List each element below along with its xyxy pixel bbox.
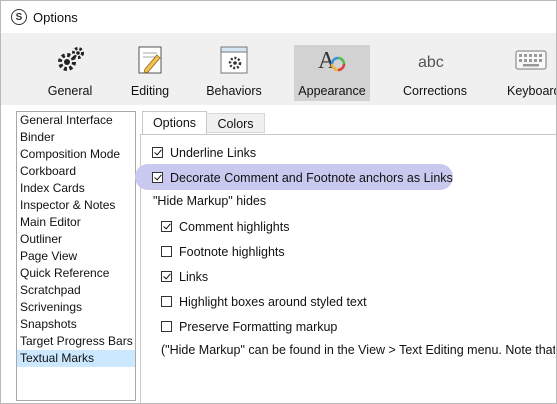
sidebar-item-page-view[interactable]: Page View [17, 248, 135, 265]
sidebar-item-textual-marks[interactable]: Textual Marks [17, 350, 135, 367]
sidebar-item-scratchpad[interactable]: Scratchpad [17, 282, 135, 299]
highlight-boxes-label: Highlight boxes around styled text [179, 295, 367, 309]
title-bar: S Options [1, 1, 556, 33]
sidebar-item-general-interface[interactable]: General Interface [17, 112, 135, 129]
tab-general[interactable]: General [41, 43, 99, 101]
links-label: Links [179, 270, 209, 284]
appearance-icon: A [318, 48, 346, 74]
tab-editing[interactable]: Editing [122, 43, 178, 101]
underline-links-label: Underline Links [170, 146, 257, 160]
sidebar-item-quick-reference[interactable]: Quick Reference [17, 265, 135, 282]
decorate-anchors-checkbox[interactable] [152, 172, 163, 183]
hide-markup-heading: "Hide Markup" hides [153, 194, 267, 208]
footnote-highlights-checkbox[interactable] [161, 246, 172, 257]
sidebar-item-outliner[interactable]: Outliner [17, 231, 135, 248]
tab-behaviors[interactable]: Behaviors [201, 43, 267, 101]
sidebar-item-target-progress-bars[interactable]: Target Progress Bars [17, 333, 135, 350]
sidebar-item-binder[interactable]: Binder [17, 129, 135, 146]
options-category-list: General Interface Binder Composition Mod… [16, 111, 136, 401]
footnote-highlights-label: Footnote highlights [179, 245, 285, 259]
abc-icon: abc [418, 54, 444, 71]
tab-corrections[interactable]: abc Corrections [401, 43, 469, 101]
tab-colors[interactable]: Colors [207, 113, 265, 133]
preferences-toolbar: General Editing Behaviors A Appearance a… [1, 33, 556, 105]
links-checkbox[interactable] [161, 271, 172, 282]
sidebar-item-composition-mode[interactable]: Composition Mode [17, 146, 135, 163]
keyboard-icon [515, 50, 547, 70]
comment-highlights-label: Comment highlights [179, 220, 290, 234]
hide-markup-note: ("Hide Markup" can be found in the View … [161, 343, 555, 357]
tab-appearance[interactable]: A Appearance [294, 45, 370, 101]
tab-keyboard[interactable]: Keyboard [503, 43, 556, 101]
pencil-page-icon [138, 46, 162, 74]
scrivener-app-icon: S [11, 9, 27, 25]
sidebar-item-index-cards[interactable]: Index Cards [17, 180, 135, 197]
preserve-formatting-checkbox[interactable] [161, 321, 172, 332]
sidebar-item-scrivenings[interactable]: Scrivenings [17, 299, 135, 316]
window-title: Options [33, 10, 78, 25]
comment-highlights-checkbox[interactable] [161, 221, 172, 232]
highlight-boxes-checkbox[interactable] [161, 296, 172, 307]
sidebar-item-corkboard[interactable]: Corkboard [17, 163, 135, 180]
window-gear-icon [220, 46, 248, 74]
options-window: S Options General Editing Behaviors A Ap… [0, 0, 557, 404]
sidebar-item-snapshots[interactable]: Snapshots [17, 316, 135, 333]
sidebar-item-main-editor[interactable]: Main Editor [17, 214, 135, 231]
gears-icon [58, 47, 84, 71]
underline-links-checkbox[interactable] [152, 147, 163, 158]
sidebar-item-inspector-notes[interactable]: Inspector & Notes [17, 197, 135, 214]
decorate-anchors-label: Decorate Comment and Footnote anchors as… [170, 171, 453, 185]
preserve-formatting-label: Preserve Formatting markup [179, 320, 338, 334]
tab-options[interactable]: Options [142, 111, 207, 135]
svg-text:abc: abc [418, 54, 444, 71]
